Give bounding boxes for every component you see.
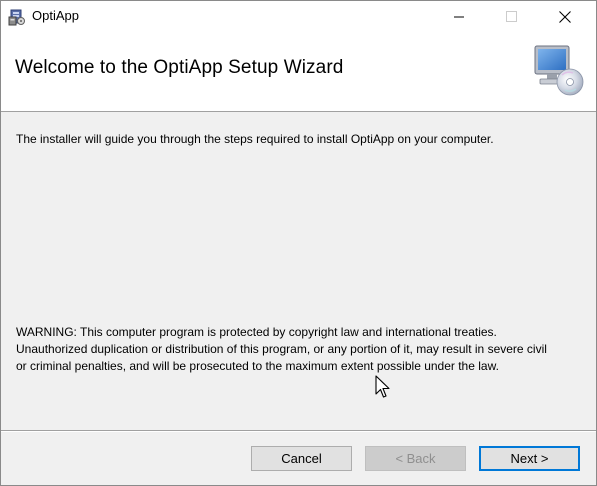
minimize-icon — [453, 11, 465, 22]
copyright-warning: WARNING: This computer program is protec… — [16, 324, 586, 375]
close-button[interactable] — [542, 1, 588, 32]
cancel-button[interactable]: Cancel — [251, 446, 352, 471]
window-title: OptiApp — [32, 8, 79, 23]
warning-line: or criminal penalties, and will be prose… — [16, 359, 499, 373]
maximize-button[interactable] — [488, 1, 534, 32]
maximize-icon — [505, 11, 517, 22]
title-bar[interactable]: OptiApp — [1, 1, 596, 32]
mouse-cursor-icon — [375, 375, 391, 399]
warning-line: Unauthorized duplication or distribution… — [16, 342, 547, 356]
setup-wizard-window: OptiApp Welcome to the OptiApp Setup Wiz… — [0, 0, 597, 486]
wizard-banner: Welcome to the OptiApp Setup Wizard — [1, 32, 596, 112]
back-button: < Back — [365, 446, 466, 471]
intro-text: The installer will guide you through the… — [16, 132, 494, 146]
installer-app-icon — [8, 8, 26, 26]
footer-divider — [1, 430, 596, 432]
computer-cd-icon — [529, 42, 585, 98]
minimize-button[interactable] — [436, 1, 482, 32]
warning-line: WARNING: This computer program is protec… — [16, 325, 497, 339]
page-title: Welcome to the OptiApp Setup Wizard — [15, 56, 344, 78]
close-icon — [559, 10, 571, 23]
next-button[interactable]: Next > — [479, 446, 580, 471]
